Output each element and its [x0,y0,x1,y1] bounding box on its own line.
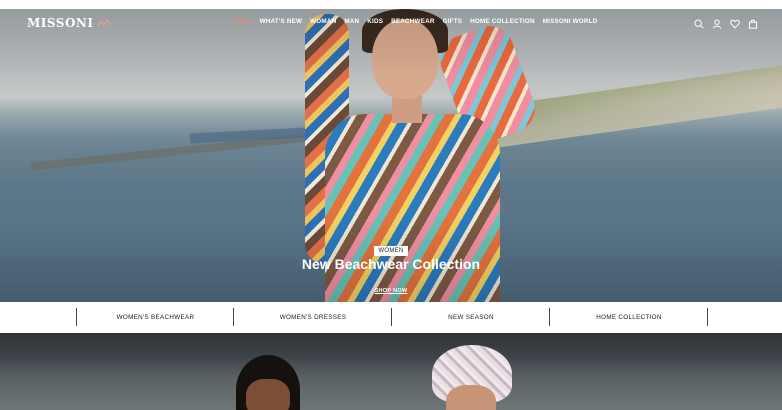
nav-item-sale[interactable]: SALE [234,18,252,25]
header-icons [694,19,758,29]
secondary-banner-image[interactable] [0,333,782,410]
main-nav: SALE WHAT'S NEW WOMAN MAN KIDS BEACHWEAR… [234,18,597,25]
category-womens-dresses[interactable]: WOMEN'S DRESSES [233,308,392,326]
brand-logo[interactable]: MISSONI [27,16,111,30]
nav-item-gifts[interactable]: GIFTS [443,18,463,25]
category-divider-end [707,308,708,326]
logo-zigzag-icon [97,19,111,27]
wishlist-heart-icon[interactable] [730,19,740,29]
hero-badge-women[interactable]: WOMEN [374,246,408,256]
hero-cta-wrap: SHOP NOW [0,279,782,297]
top-strip [0,0,782,9]
nav-item-beachwear[interactable]: BEACHWEAR [391,18,434,25]
nav-item-man[interactable]: MAN [344,18,359,25]
category-bar: WOMEN'S BEACHWEAR WOMEN'S DRESSES NEW SE… [0,302,782,333]
main-header: MISSONI SALE WHAT'S NEW WOMAN MAN KIDS B… [0,9,782,35]
nav-item-whats-new[interactable]: WHAT'S NEW [260,18,303,25]
category-home-collection[interactable]: HOME COLLECTION [549,308,708,326]
search-icon[interactable] [694,19,704,29]
shop-now-link[interactable]: SHOP NOW [375,288,408,294]
nav-item-kids[interactable]: KIDS [367,18,383,25]
nav-item-woman[interactable]: WOMAN [310,18,336,25]
hero-badge-wrap: WOMEN [0,239,782,257]
logo-text: MISSONI [27,16,94,30]
hero-title: New Beachwear Collection [301,256,481,272]
category-womens-beachwear[interactable]: WOMEN'S BEACHWEAR [76,308,234,326]
shopping-bag-icon[interactable] [748,19,758,29]
category-new-season[interactable]: NEW SEASON [391,308,550,326]
nav-item-missoni-world[interactable]: MISSONI WORLD [543,18,598,25]
nav-item-home-collection[interactable]: HOME COLLECTION [470,18,535,25]
account-icon[interactable] [712,19,722,29]
